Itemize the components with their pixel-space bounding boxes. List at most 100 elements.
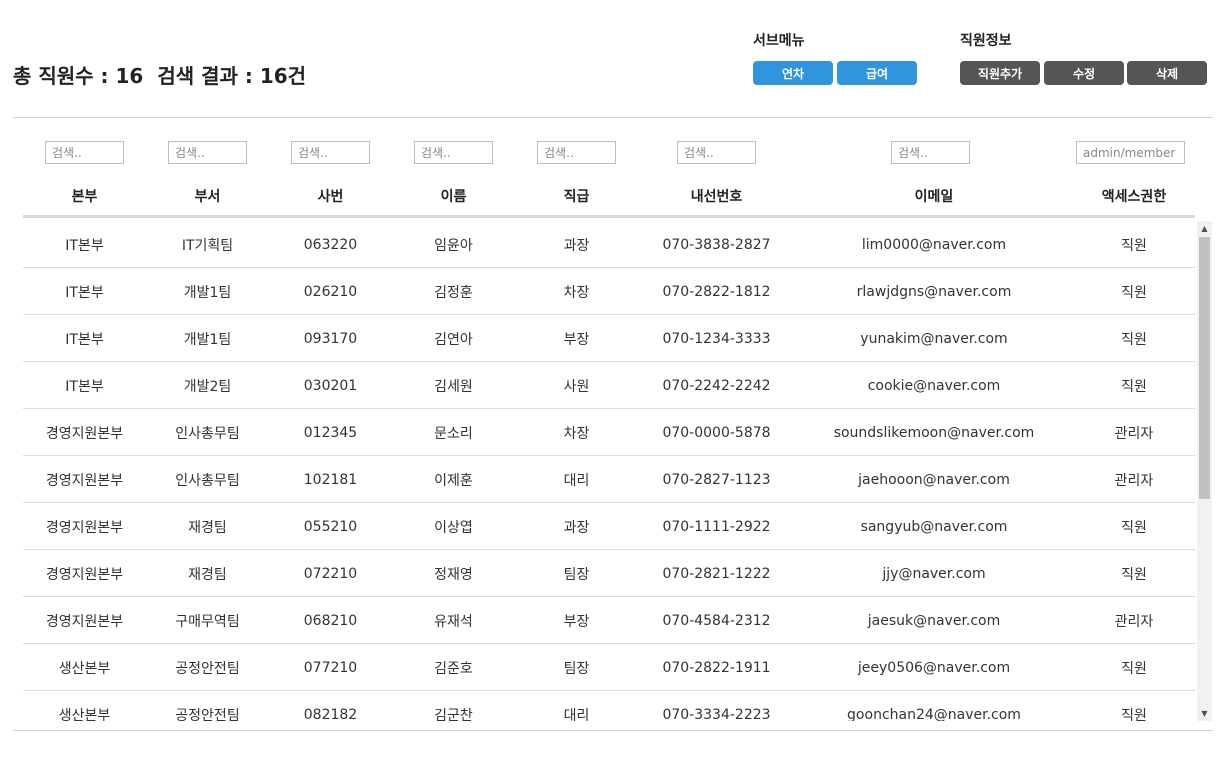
cell-extension: 070-2822-1812 bbox=[662, 283, 771, 300]
column-header-email: 이메일 bbox=[914, 189, 954, 205]
cell-division: 경영지원본부 bbox=[45, 425, 124, 442]
cell-email: soundslikemoon@naver.com bbox=[833, 424, 1035, 441]
cell-employee-id: 026210 bbox=[303, 283, 358, 300]
salary-button[interactable]: 급여 bbox=[837, 61, 917, 85]
cell-position: 부장 bbox=[563, 613, 590, 630]
filter-division-input[interactable]: 검색.. bbox=[45, 141, 124, 164]
cell-access: 직원 bbox=[1121, 378, 1147, 395]
cell-position: 과장 bbox=[563, 237, 590, 254]
cell-name: 김세원 bbox=[434, 378, 473, 395]
scroll-up-arrow-icon[interactable]: ▲ bbox=[1197, 221, 1212, 236]
table-header: 본부 부서 사번 이름 직급 내선번호 이메일 액세스권한 bbox=[23, 176, 1195, 218]
cell-position: 차장 bbox=[563, 284, 590, 301]
cell-extension: 070-2827-1123 bbox=[662, 471, 771, 488]
cell-division: 경영지원본부 bbox=[45, 613, 124, 630]
table-row[interactable]: IT본부 개발1팀 093170 김연아 부장 070-1234-3333 yu… bbox=[23, 315, 1195, 362]
cell-extension: 070-2242-2242 bbox=[662, 377, 771, 394]
cell-department: 공정안전팀 bbox=[175, 707, 240, 722]
cell-employee-id: 102181 bbox=[303, 471, 358, 488]
column-header-employee-id: 사번 bbox=[317, 189, 344, 205]
cell-name: 김연아 bbox=[434, 331, 473, 348]
column-header-division: 본부 bbox=[71, 189, 98, 205]
total-employee-count: 총 직원수 : 16 bbox=[13, 64, 144, 88]
cell-employee-id: 030201 bbox=[303, 377, 358, 394]
cell-department: 개발1팀 bbox=[183, 284, 232, 301]
cell-position: 대리 bbox=[563, 707, 590, 722]
cell-division: 경영지원본부 bbox=[45, 566, 124, 583]
table-row[interactable]: IT본부 IT기획팀 063220 임윤아 과장 070-3838-2827 l… bbox=[23, 221, 1195, 268]
add-employee-button[interactable]: 직원추가 bbox=[960, 61, 1040, 85]
cell-email: jaehooon@naver.com bbox=[858, 471, 1010, 488]
filter-access-input[interactable]: admin/member bbox=[1076, 141, 1185, 164]
cell-employee-id: 082182 bbox=[303, 706, 358, 722]
cell-name: 김준호 bbox=[434, 660, 473, 677]
cell-name: 김정훈 bbox=[434, 284, 473, 301]
annual-leave-button[interactable]: 연차 bbox=[753, 61, 833, 85]
cell-access: 직원 bbox=[1121, 237, 1147, 254]
cell-extension: 070-2822-1911 bbox=[662, 659, 771, 676]
table-row[interactable]: IT본부 개발1팀 026210 김정훈 차장 070-2822-1812 rl… bbox=[23, 268, 1195, 315]
cell-division: IT본부 bbox=[65, 284, 104, 301]
cell-name: 김군찬 bbox=[434, 707, 473, 722]
table-row[interactable]: 생산본부 공정안전팀 077210 김준호 팀장 070-2822-1911 j… bbox=[23, 644, 1195, 691]
filter-name-input[interactable]: 검색.. bbox=[414, 141, 493, 164]
top-divider bbox=[13, 117, 1213, 118]
column-header-department: 부서 bbox=[194, 189, 221, 205]
cell-email: cookie@naver.com bbox=[867, 377, 1001, 394]
cell-position: 부장 bbox=[563, 331, 590, 348]
scroll-thumb[interactable] bbox=[1199, 237, 1210, 499]
cell-department: 공정안전팀 bbox=[175, 660, 240, 677]
cell-access: 직원 bbox=[1121, 566, 1147, 583]
cell-email: goonchan24@naver.com bbox=[847, 706, 1021, 722]
cell-email: rlawjdgns@naver.com bbox=[856, 283, 1012, 300]
filter-employee-id-input[interactable]: 검색.. bbox=[291, 141, 370, 164]
cell-name: 이상엽 bbox=[434, 519, 473, 536]
cell-employee-id: 055210 bbox=[303, 518, 358, 535]
cell-access: 직원 bbox=[1121, 519, 1147, 536]
column-header-position: 직급 bbox=[563, 189, 590, 205]
cell-email: yunakim@naver.com bbox=[860, 330, 1008, 347]
cell-extension: 070-3334-2223 bbox=[662, 706, 771, 722]
cell-name: 정재영 bbox=[434, 566, 473, 583]
table-row[interactable]: 경영지원본부 재경팀 072210 정재영 팀장 070-2821-1222 j… bbox=[23, 550, 1195, 597]
cell-name: 이제훈 bbox=[434, 472, 473, 489]
cell-division: 생산본부 bbox=[58, 707, 111, 722]
cell-email: jjy@naver.com bbox=[882, 565, 986, 582]
table-row[interactable]: 경영지원본부 인사총무팀 102181 이제훈 대리 070-2827-1123… bbox=[23, 456, 1195, 503]
column-header-extension: 내선번호 bbox=[690, 189, 743, 205]
filter-position-input[interactable]: 검색.. bbox=[537, 141, 616, 164]
cell-employee-id: 093170 bbox=[303, 330, 358, 347]
table-scrollbar[interactable]: ▲ ▼ bbox=[1197, 221, 1212, 721]
filter-department-input[interactable]: 검색.. bbox=[168, 141, 247, 164]
table-row[interactable]: 경영지원본부 재경팀 055210 이상엽 과장 070-1111-2922 s… bbox=[23, 503, 1195, 550]
cell-name: 유재석 bbox=[434, 613, 473, 630]
delete-employee-button[interactable]: 삭제 bbox=[1127, 61, 1207, 85]
cell-email: jaesuk@naver.com bbox=[867, 612, 1001, 629]
table-row[interactable]: 경영지원본부 인사총무팀 012345 문소리 차장 070-0000-5878… bbox=[23, 409, 1195, 456]
cell-division: 경영지원본부 bbox=[45, 472, 124, 489]
cell-email: jeey0506@naver.com bbox=[857, 659, 1011, 676]
filter-email-input[interactable]: 검색.. bbox=[891, 141, 970, 164]
cell-access: 관리자 bbox=[1114, 425, 1154, 442]
cell-extension: 070-2821-1222 bbox=[662, 565, 771, 582]
cell-email: lim0000@naver.com bbox=[861, 236, 1007, 253]
edit-employee-button[interactable]: 수정 bbox=[1044, 61, 1124, 85]
filter-extension-input[interactable]: 검색.. bbox=[677, 141, 756, 164]
submenu-title: 서브메뉴 bbox=[753, 33, 805, 49]
table-row[interactable]: 경영지원본부 구매무역팀 068210 유재석 부장 070-4584-2312… bbox=[23, 597, 1195, 644]
cell-division: 생산본부 bbox=[58, 660, 111, 677]
cell-department: 인사총무팀 bbox=[175, 472, 240, 489]
scroll-down-arrow-icon[interactable]: ▼ bbox=[1197, 706, 1212, 721]
cell-extension: 070-0000-5878 bbox=[662, 424, 771, 441]
cell-extension: 070-1234-3333 bbox=[662, 330, 771, 347]
cell-email: sangyub@naver.com bbox=[860, 518, 1008, 535]
table-row[interactable]: IT본부 개발2팀 030201 김세원 사원 070-2242-2242 co… bbox=[23, 362, 1195, 409]
cell-position: 팀장 bbox=[563, 566, 590, 583]
bottom-divider bbox=[13, 730, 1213, 731]
cell-position: 대리 bbox=[563, 472, 590, 489]
table-body: IT본부 IT기획팀 063220 임윤아 과장 070-3838-2827 l… bbox=[23, 221, 1195, 721]
cell-access: 관리자 bbox=[1114, 613, 1154, 630]
table-row[interactable]: 생산본부 공정안전팀 082182 김군찬 대리 070-3334-2223 g… bbox=[23, 691, 1195, 722]
cell-employee-id: 063220 bbox=[303, 236, 358, 253]
cell-department: 인사총무팀 bbox=[175, 425, 240, 442]
